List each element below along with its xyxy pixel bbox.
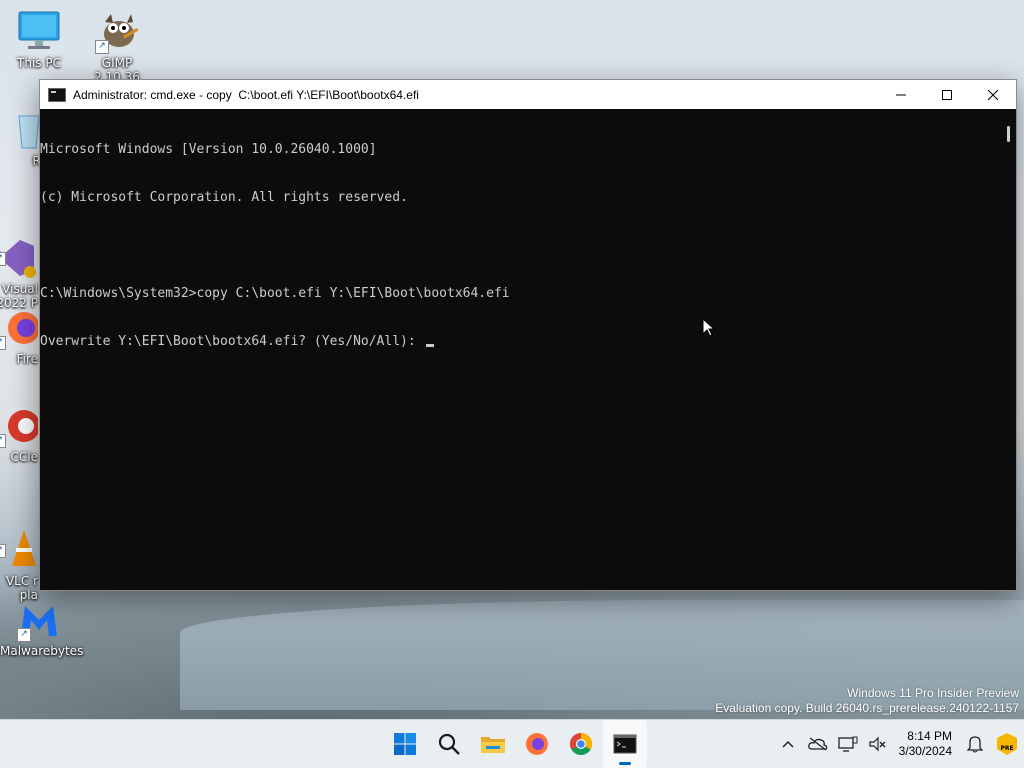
console-line: Microsoft Windows [Version 10.0.26040.10… — [40, 142, 377, 157]
maximize-button[interactable] — [924, 80, 970, 109]
this-pc-icon — [15, 10, 63, 54]
search-button[interactable] — [427, 720, 471, 768]
network-icon — [837, 736, 858, 752]
firefox-icon: ↗ — [0, 306, 40, 350]
shortcut-arrow-icon: ↗ — [0, 252, 6, 266]
bell-icon — [967, 736, 983, 753]
shortcut-arrow-icon: ↗ — [0, 336, 6, 350]
vlc-icon: ↗ — [0, 514, 38, 566]
notifications-button[interactable] — [960, 720, 990, 768]
watermark-build: Evaluation copy. Build 26040.rs_prerelea… — [715, 701, 1019, 715]
system-tray: 8:14 PM 3/30/2024 PRE — [773, 720, 1024, 768]
console-line: C:\Windows\System32>copy C:\boot.efi Y:\… — [40, 286, 510, 301]
cmd-app-icon[interactable] — [48, 87, 66, 102]
clock-time: 8:14 PM — [907, 729, 952, 743]
volume-button[interactable] — [863, 720, 893, 768]
insider-badge-button[interactable]: PRE — [990, 720, 1024, 768]
window-titlebar[interactable]: Administrator: cmd.exe - copy C:\boot.ef… — [40, 80, 1016, 109]
start-button[interactable] — [383, 720, 427, 768]
console-output[interactable]: Microsoft Windows [Version 10.0.26040.10… — [40, 109, 1000, 590]
shortcut-arrow-icon: ↗ — [0, 544, 6, 558]
visual-studio-icon: ↗ — [0, 222, 38, 278]
onedrive-button[interactable] — [803, 720, 833, 768]
desktop-icon-malwarebytes[interactable]: ↗ Malwarebytes — [0, 598, 84, 658]
maximize-icon — [942, 89, 952, 100]
chrome-taskbar-button[interactable] — [559, 720, 603, 768]
windows-watermark: Windows 11 Pro Insider Preview Evaluatio… — [715, 686, 1019, 716]
chevron-up-icon — [782, 740, 794, 748]
shortcut-arrow-icon: ↗ — [0, 434, 6, 448]
taskbar-apps — [383, 720, 647, 768]
ccleaner-icon: ↗ — [0, 404, 40, 448]
minimize-button[interactable] — [878, 80, 924, 109]
desktop-icon-label: CCle — [10, 450, 38, 464]
cmd-window[interactable]: Administrator: cmd.exe - copy C:\boot.ef… — [39, 79, 1017, 591]
close-button[interactable] — [970, 80, 1016, 109]
clock-date: 3/30/2024 — [898, 744, 952, 758]
console-prompt-text: Overwrite Y:\EFI\Boot\bootx64.efi? (Yes/… — [40, 334, 424, 349]
taskbar: 8:14 PM 3/30/2024 PRE — [0, 719, 1024, 768]
start-icon — [394, 733, 416, 755]
mouse-pointer-icon — [702, 318, 716, 337]
vertical-scrollbar[interactable] — [1000, 109, 1016, 590]
pre-badge-text: PRE — [1000, 745, 1013, 752]
file-explorer-button[interactable] — [471, 720, 515, 768]
window-title: Administrator: cmd.exe - copy C:\boot.ef… — [73, 87, 419, 102]
search-icon — [438, 733, 460, 755]
scrollbar-thumb[interactable] — [1007, 126, 1010, 142]
cloud-offline-icon — [807, 737, 827, 751]
close-icon — [987, 89, 999, 100]
speaker-muted-icon — [869, 736, 886, 752]
insider-pre-icon: PRE — [997, 733, 1017, 755]
desktop-icon-label: Fire — [16, 352, 38, 366]
shortcut-arrow-icon: ↗ — [95, 40, 109, 54]
firefox-taskbar-button[interactable] — [515, 720, 559, 768]
terminal-icon — [613, 734, 637, 754]
desktop-icon-label: This PC — [17, 56, 61, 70]
console-line: (c) Microsoft Corporation. All rights re… — [40, 190, 408, 205]
desktop-icon-label: Malwarebytes — [0, 644, 84, 658]
watermark-edition: Windows 11 Pro Insider Preview — [847, 686, 1019, 700]
desktop-icon-this-pc[interactable]: This PC — [0, 10, 78, 70]
shortcut-arrow-icon: ↗ — [17, 628, 31, 642]
clock[interactable]: 8:14 PM 3/30/2024 — [893, 729, 960, 759]
minimize-icon — [896, 94, 906, 95]
show-hidden-icons-button[interactable] — [773, 720, 803, 768]
console-prompt-line[interactable]: Overwrite Y:\EFI\Boot\bootx64.efi? (Yes/… — [40, 334, 1000, 350]
chrome-icon — [570, 733, 592, 755]
network-button[interactable] — [833, 720, 863, 768]
desktop-icon-firefox[interactable]: ↗ Fire — [0, 306, 40, 366]
terminal-taskbar-button[interactable] — [603, 720, 647, 768]
malwarebytes-icon: ↗ — [15, 598, 63, 642]
gimp-icon: ↗ — [93, 10, 141, 54]
firefox-icon — [526, 733, 548, 755]
desktop-icon-gimp[interactable]: ↗ GIMP 2.10.36 — [78, 10, 156, 84]
desktop-icon-ccleaner[interactable]: ↗ CCle — [0, 404, 40, 464]
text-cursor — [425, 344, 434, 347]
file-explorer-icon — [481, 737, 505, 753]
